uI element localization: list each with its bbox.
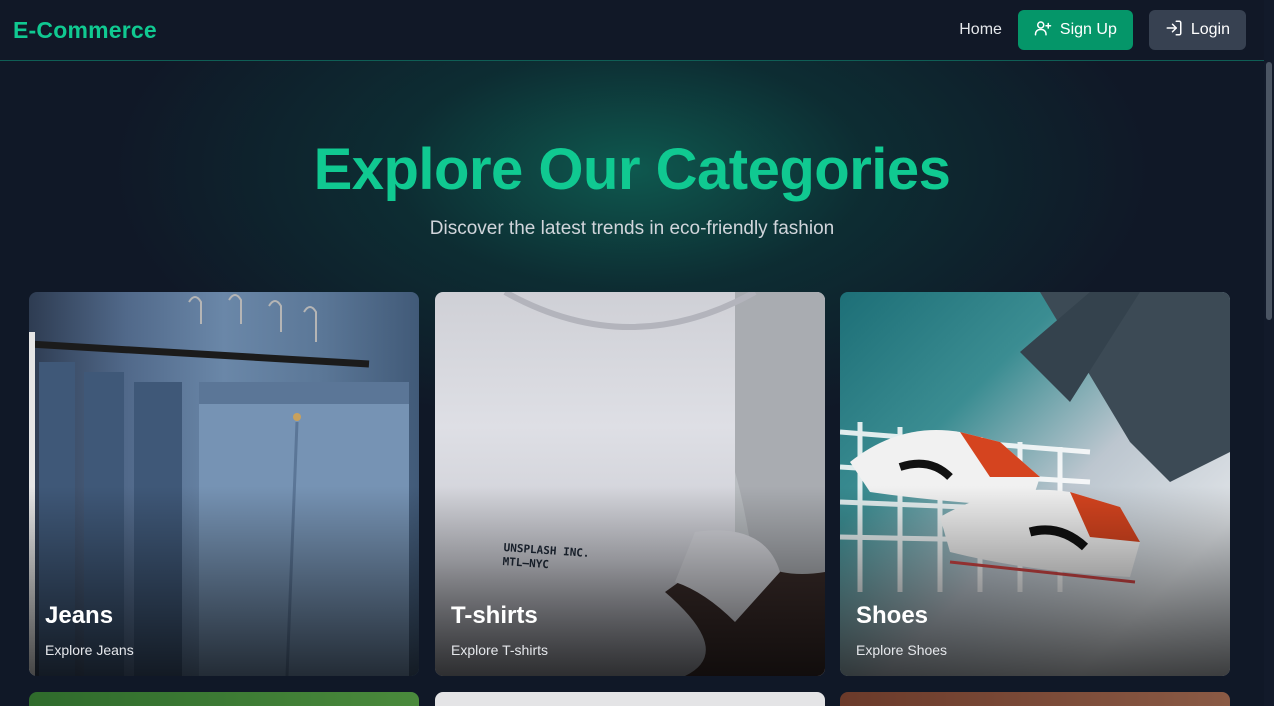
category-title: T-shirts — [451, 602, 538, 629]
page-title: Explore Our Categories — [313, 137, 951, 202]
nav-actions: Home Sign Up Login — [959, 10, 1246, 50]
category-card-partial[interactable] — [29, 692, 419, 706]
user-plus-icon — [1034, 19, 1052, 42]
navbar: E-Commerce Home Sign Up Login — [0, 0, 1264, 61]
category-title: Shoes — [856, 602, 929, 629]
category-card-shoes[interactable]: Shoes Explore Shoes — [840, 292, 1230, 676]
category-title: Jeans — [45, 602, 114, 629]
category-card-partial[interactable] — [435, 692, 825, 706]
category-card-partial[interactable] — [840, 692, 1230, 706]
log-in-icon — [1165, 19, 1183, 42]
login-button[interactable]: Login — [1148, 10, 1246, 50]
nav-home-link[interactable]: Home — [959, 21, 1002, 39]
login-label: Login — [1190, 21, 1230, 38]
signup-label: Sign Up — [1059, 21, 1117, 38]
signup-button[interactable]: Sign Up — [1017, 10, 1133, 50]
category-card-jeans[interactable]: Jeans Explore Jeans — [29, 292, 419, 676]
category-card-tshirts[interactable]: UNSPLASH INC.MTL—NYC T-shirts Explore T-… — [435, 292, 825, 676]
page-subtitle: Discover the latest trends in eco-friend… — [429, 218, 835, 239]
category-subtitle: Explore Shoes — [856, 642, 948, 658]
category-subtitle: Explore T-shirts — [451, 642, 548, 658]
scrollbar-thumb[interactable] — [1266, 62, 1272, 320]
category-subtitle: Explore Jeans — [45, 642, 134, 658]
page-scrollbar[interactable] — [1264, 0, 1274, 706]
brand-logo[interactable]: E-Commerce — [13, 17, 157, 44]
